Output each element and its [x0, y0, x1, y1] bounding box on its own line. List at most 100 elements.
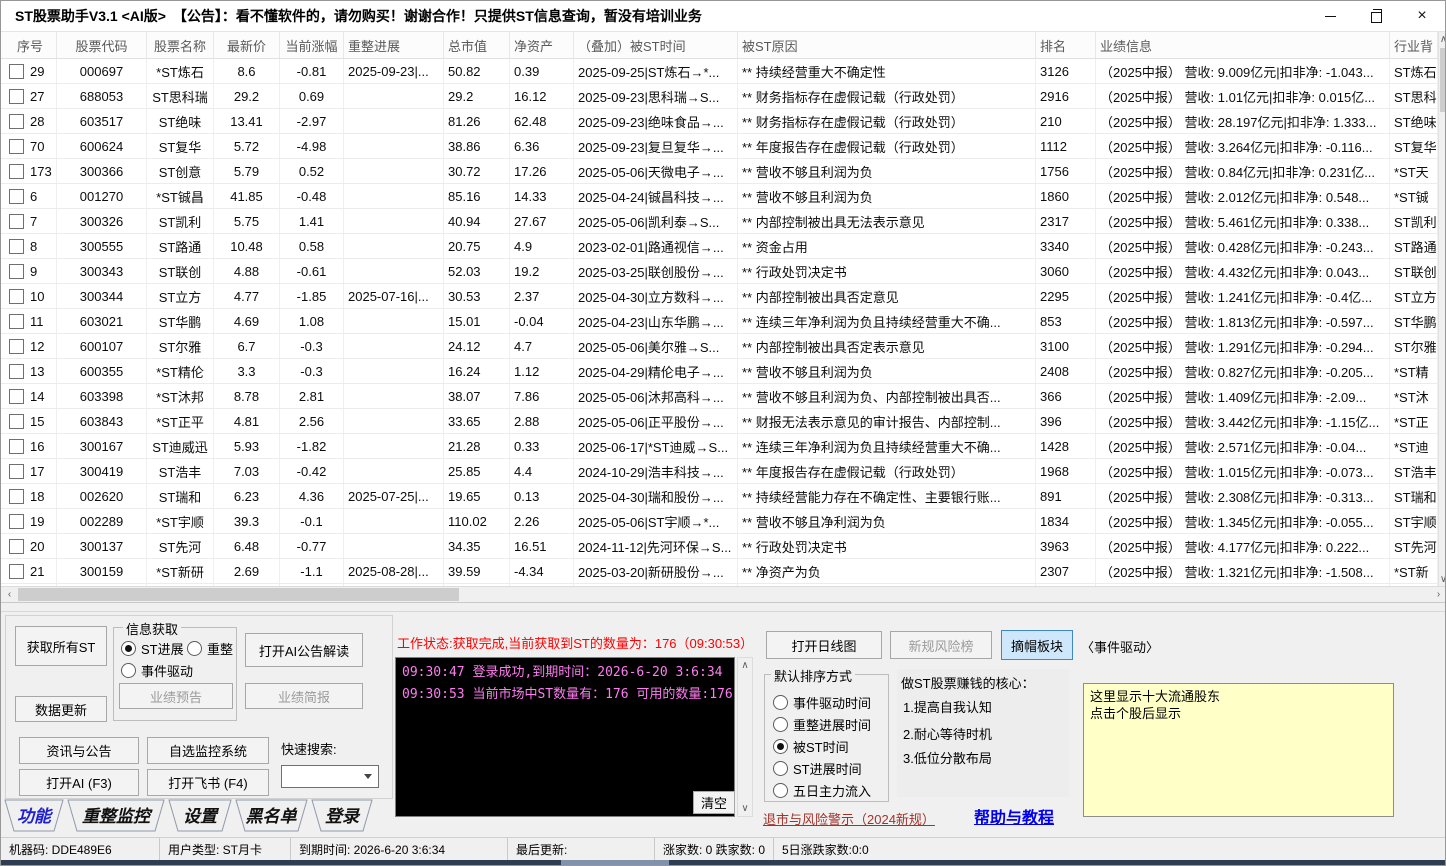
row-checkbox[interactable] [9, 563, 24, 579]
row-checkbox[interactable] [9, 213, 24, 229]
help-tutorial-link[interactable]: 帮助与教程 [974, 804, 1054, 828]
column-header-change[interactable]: 当前涨幅 [280, 32, 344, 58]
table-row[interactable]: 17 300419 ST浩丰 7.03 -0.42 25.85 4.4 2024-10-29|… [1, 459, 1438, 484]
column-header-perf[interactable]: 业绩信息 [1096, 32, 1390, 58]
table-row[interactable]: 11 603021 ST华鹏 4.69 1.08 15.01 -0.04 2025-04-23… [1, 309, 1438, 334]
get-all-st-button[interactable]: 获取所有ST [15, 626, 107, 666]
row-checkbox[interactable] [9, 113, 24, 129]
row-checkbox[interactable] [9, 413, 24, 429]
column-header-seq[interactable]: 序号 [1, 32, 57, 58]
row-checkbox[interactable] [9, 313, 24, 329]
table-row[interactable]: 18 002620 ST瑞和 6.23 4.36 2025-07-25|... 19.65 0… [1, 484, 1438, 509]
row-checkbox[interactable] [9, 538, 24, 554]
radio-restructure[interactable]: 重整 [187, 639, 233, 658]
scroll-right-icon[interactable]: › [1430, 587, 1445, 602]
row-checkbox[interactable] [9, 63, 24, 79]
table-row[interactable]: 9 300343 ST联创 4.88 -0.61 52.03 19.2 2025-03-25|… [1, 259, 1438, 284]
radio-sort-st-progress-time[interactable]: ST进展时间 [773, 759, 862, 778]
open-ai-button[interactable]: 打开AI (F3) [19, 769, 139, 796]
row-checkbox[interactable] [9, 288, 24, 304]
table-row[interactable]: 15 603843 *ST正平 4.81 2.56 33.65 2.88 2025-05-06… [1, 409, 1438, 434]
row-checkbox[interactable] [9, 438, 24, 454]
tab-label[interactable]: 设置 [183, 807, 220, 826]
cap-removal-button[interactable]: 摘帽板块 [1001, 630, 1073, 660]
scroll-down-icon[interactable]: ∨ [1439, 572, 1445, 586]
minimize-button[interactable] [1307, 1, 1353, 31]
radio-sort-restructure-time[interactable]: 重整进展时间 [773, 715, 871, 734]
row-checkbox[interactable] [9, 188, 24, 204]
perf-forecast-button[interactable]: 业绩预告 [119, 683, 233, 709]
scroll-up-icon[interactable]: ∧ [1439, 32, 1445, 46]
close-button[interactable]: × [1399, 1, 1445, 31]
tab-label[interactable]: 黑名单 [246, 807, 298, 826]
row-checkbox[interactable] [9, 138, 24, 154]
table-row[interactable]: 173 300366 ST创意 5.79 0.52 30.72 17.26 2025-05-0… [1, 159, 1438, 184]
table-row[interactable]: 6 001270 *ST铖昌 41.85 -0.48 85.16 14.33 2025-04-… [1, 184, 1438, 209]
ai-report-button[interactable]: 打开AI公告解读 [245, 633, 363, 667]
news-button[interactable]: 资讯与公告 [19, 737, 139, 764]
delist-warning-link[interactable]: 退市与风险警示（2024新规） [763, 809, 935, 828]
column-header-reason[interactable]: 被ST原因 [738, 32, 1036, 58]
risk-list-button[interactable]: 新规风险榜 [890, 631, 992, 659]
radio-sort-5day-inflow[interactable]: 五日主力流入 [773, 781, 871, 800]
radio-sort-event-time[interactable]: 事件驱动时间 [773, 693, 871, 712]
row-checkbox[interactable] [9, 163, 24, 179]
console-scrollbar[interactable]: ∧ ∨ [737, 657, 753, 817]
radio-event-driven[interactable]: 事件驱动 [121, 661, 193, 680]
table-row[interactable]: 19 002289 *ST宇顺 39.3 -0.1 110.02 2.26 2025-05-0… [1, 509, 1438, 534]
vertical-scroll-thumb[interactable] [1440, 48, 1445, 112]
table-row[interactable]: 20 300137 ST先河 6.48 -0.77 34.35 16.51 2024-11-1… [1, 534, 1438, 559]
table-row[interactable]: 21 300159 *ST新研 2.69 -1.1 2025-08-28|... 39.59… [1, 559, 1438, 584]
table-row[interactable]: 7 300326 ST凯利 5.75 1.41 40.94 27.67 2025-05-06|… [1, 209, 1438, 234]
column-header-industry[interactable]: 行业背 [1390, 32, 1438, 58]
table-row[interactable]: 16 300167 ST迪威迅 5.93 -1.82 21.28 0.33 2025-06-1… [1, 434, 1438, 459]
watchlist-button[interactable]: 自选监控系统 [147, 737, 269, 764]
column-header-name[interactable]: 股票名称 [147, 32, 214, 58]
table-row[interactable]: 28 603517 ST绝味 13.41 -2.97 81.26 62.48 2025-09-… [1, 109, 1438, 134]
log-console[interactable]: 09:30:47 登录成功,到期时间：2026-6-20 3:6:34 09:30… [395, 657, 735, 817]
row-checkbox[interactable] [9, 88, 24, 104]
column-header-nav[interactable]: 净资产 [510, 32, 574, 58]
radio-st-progress[interactable]: ST进展 [121, 639, 184, 658]
row-checkbox[interactable] [9, 363, 24, 379]
table-vertical-scrollbar[interactable]: ∧ ∨ [1438, 32, 1445, 586]
scroll-left-icon[interactable]: ‹ [1, 587, 18, 602]
table-row[interactable]: 29 000697 *ST炼石 8.6 -0.81 2025-09-23|... 50.82… [1, 59, 1438, 84]
table-row[interactable]: 14 603398 *ST沐邦 8.78 2.81 38.07 7.86 2025-05-06… [1, 384, 1438, 409]
column-header-progress[interactable]: 重整进展 [344, 32, 444, 58]
tab-label[interactable]: 登录 [325, 807, 361, 826]
cell-seq: 9 [1, 259, 57, 283]
tab-label[interactable]: 功能 [17, 807, 54, 826]
row-checkbox[interactable] [9, 463, 24, 479]
table-row[interactable]: 27 688053 ST思科瑞 29.2 0.69 29.2 16.12 2025-09-23… [1, 84, 1438, 109]
row-checkbox[interactable] [9, 263, 24, 279]
column-header-mcap[interactable]: 总市值 [444, 32, 510, 58]
table-row[interactable]: 8 300555 ST路通 10.48 0.58 20.75 4.9 2023-02-01|路… [1, 234, 1438, 259]
scroll-down-icon[interactable]: ∨ [738, 801, 752, 816]
row-checkbox[interactable] [9, 338, 24, 354]
table-row[interactable]: 13 600355 *ST精伦 3.3 -0.3 16.24 1.12 2025-04-29|… [1, 359, 1438, 384]
table-horizontal-scrollbar[interactable]: ‹ › [1, 586, 1445, 603]
scroll-up-icon[interactable]: ∧ [738, 658, 752, 673]
table-row[interactable]: 10 300344 ST立方 4.77 -1.85 2025-07-16|... 30.53… [1, 284, 1438, 309]
table-row[interactable]: 70 600624 ST复华 5.72 -4.98 38.86 6.36 2025-09-23… [1, 134, 1438, 159]
quick-search-select[interactable] [281, 765, 379, 788]
row-checkbox[interactable] [9, 513, 24, 529]
tab-label[interactable]: 重整监控 [82, 807, 153, 826]
data-update-button[interactable]: 数据更新 [15, 696, 107, 722]
column-header-price[interactable]: 最新价 [214, 32, 280, 58]
radio-sort-st-time[interactable]: 被ST时间 [773, 737, 849, 756]
table-row[interactable]: 12 600107 ST尔雅 6.7 -0.3 24.12 4.7 2025-05-06|美尔… [1, 334, 1438, 359]
column-header-sttime[interactable]: （叠加）被ST时间 [574, 32, 738, 58]
clear-console-button[interactable]: 清空 [693, 791, 735, 814]
row-checkbox[interactable] [9, 238, 24, 254]
column-header-rank[interactable]: 排名 [1036, 32, 1096, 58]
horizontal-scroll-thumb[interactable] [18, 588, 459, 601]
daily-chart-button[interactable]: 打开日线图 [766, 631, 882, 659]
column-header-code[interactable]: 股票代码 [57, 32, 147, 58]
restore-button[interactable] [1353, 1, 1399, 31]
open-feishu-button[interactable]: 打开飞书 (F4) [147, 769, 269, 796]
row-checkbox[interactable] [9, 388, 24, 404]
perf-brief-button[interactable]: 业绩简报 [245, 683, 363, 709]
row-checkbox[interactable] [9, 488, 24, 504]
